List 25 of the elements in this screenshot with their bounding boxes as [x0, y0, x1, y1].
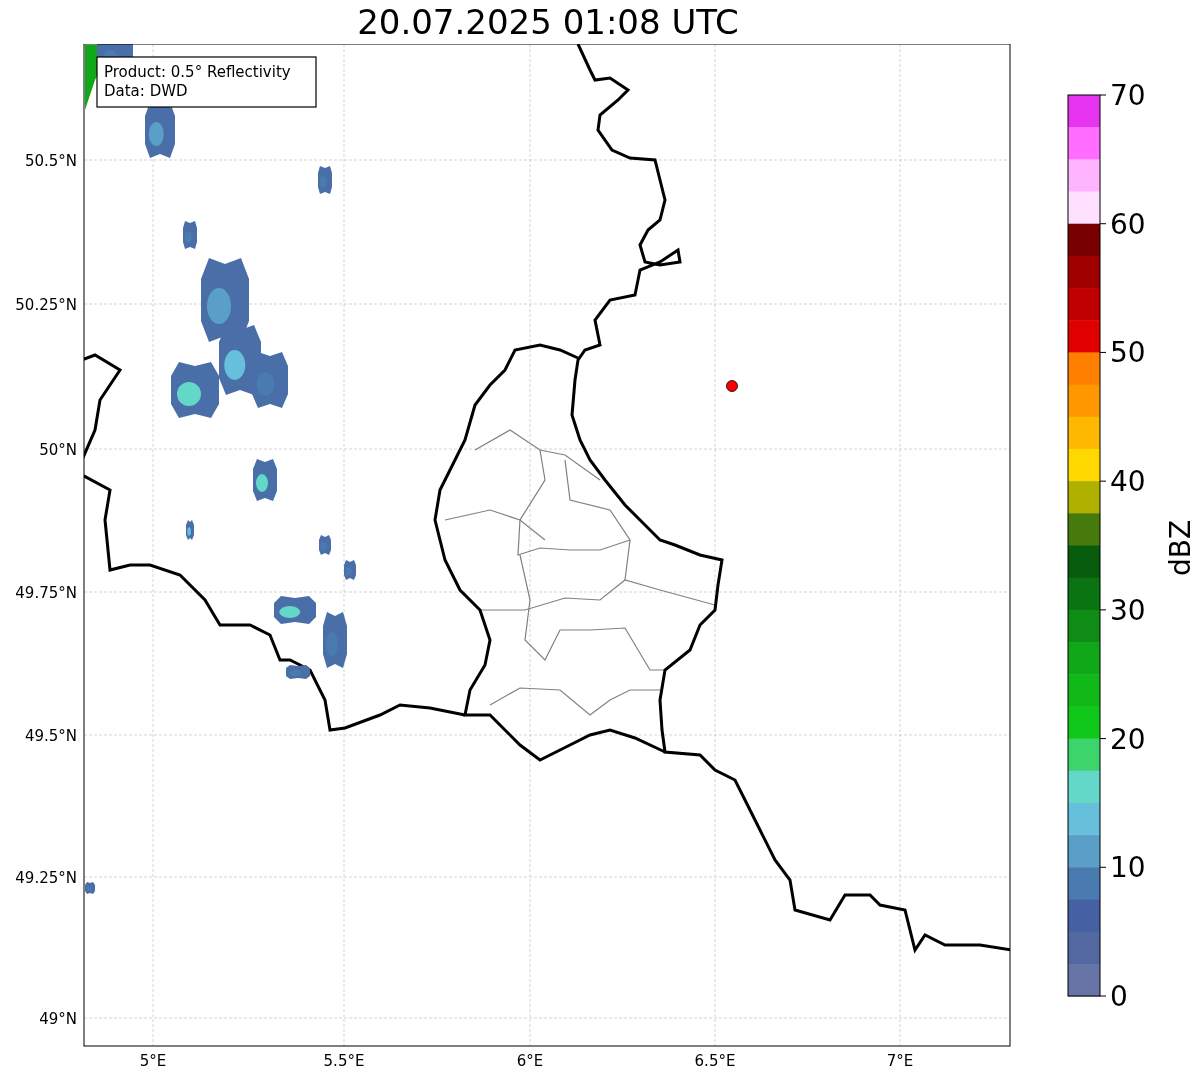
legend-text: Data: DWD — [104, 82, 188, 100]
latitude-label: 49.25°N — [15, 869, 77, 887]
longitude-label: 6°E — [516, 1052, 544, 1070]
location-marker — [726, 380, 738, 392]
latitude-label: 49.75°N — [15, 584, 77, 602]
latitude-label: 50.25°N — [15, 296, 77, 314]
longitude-label: 5.5°E — [323, 1052, 365, 1070]
colorbar-tick-label: 60 — [1110, 207, 1146, 241]
chart-title: 20.07.2025 01:08 UTC — [357, 5, 739, 39]
longitude-label: 6.5°E — [694, 1052, 736, 1070]
longitude-label: 7°E — [886, 1052, 914, 1070]
latitude-label: 49°N — [39, 1010, 77, 1028]
colorbar-tick-label: 20 — [1110, 722, 1146, 756]
colorbar-tick-label: 50 — [1110, 336, 1146, 370]
latitude-label: 50°N — [39, 441, 77, 459]
colorbar-tick-label: 0 — [1110, 980, 1128, 1013]
colorbar-label: dBZ — [1164, 519, 1197, 577]
latitude-label: 49.5°N — [24, 727, 77, 745]
longitude-label: 5°E — [139, 1052, 167, 1070]
latitude-label: 50.5°N — [24, 152, 77, 170]
colorbar-tick-label: 70 — [1110, 79, 1146, 112]
colorbar-tick-label: 10 — [1110, 851, 1146, 885]
legend-text: Product: 0.5° Reflectivity — [104, 63, 291, 81]
colorbar-tick-label: 40 — [1110, 465, 1146, 499]
colorbar-tick-label: 30 — [1110, 593, 1146, 627]
